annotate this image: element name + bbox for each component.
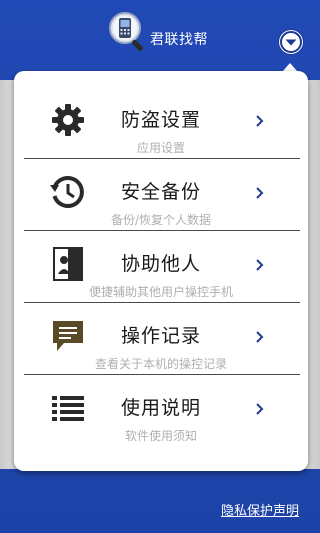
- menu-item-sublabel: 应用设置: [136, 141, 185, 155]
- menu-item-operation-log[interactable]: 操作记录 查看关于本机的操控记录: [14, 303, 308, 375]
- chevron-right-icon: [255, 401, 265, 417]
- phone-magnifier-icon: [105, 10, 149, 54]
- app-title: 君联找帮: [150, 32, 208, 48]
- menu-item-instructions[interactable]: 使用说明 软件使用须知: [14, 375, 308, 447]
- privacy-statement-link[interactable]: 隐私保护声明: [221, 500, 299, 519]
- chevron-right-icon: [255, 185, 265, 201]
- menu-item-security-backup[interactable]: 安全备份 备份/恢复个人数据: [14, 159, 308, 231]
- menu-item-sublabel: 软件使用须知: [124, 429, 197, 443]
- chevron-right-icon: [255, 329, 265, 345]
- chevron-down-circle-icon: [280, 31, 302, 53]
- title-bar: 君联找帮: [0, 0, 320, 80]
- menu-panel: 防盗设置 应用设置 安全备份 备份/恢复个人数据 协助他人 便捷辅助其他用户操控…: [14, 71, 308, 471]
- chevron-right-icon: [255, 257, 265, 273]
- menu-item-sublabel: 便捷辅助其他用户操控手机: [88, 285, 233, 299]
- menu-item-anti-theft-settings[interactable]: 防盗设置 应用设置: [14, 87, 308, 159]
- chevron-right-icon: [255, 113, 265, 129]
- menu-item-sublabel: 查看关于本机的操控记录: [94, 357, 227, 371]
- menu-item-sublabel: 备份/恢复个人数据: [110, 213, 212, 227]
- menu-toggle-button[interactable]: [279, 30, 303, 54]
- menu-item-assist-others[interactable]: 协助他人 便捷辅助其他用户操控手机: [14, 231, 308, 303]
